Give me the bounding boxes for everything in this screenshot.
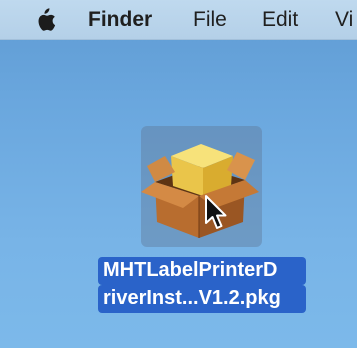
file-name-label-line-2[interactable]: riverInst...V1.2.pkg (98, 285, 306, 313)
menu-view[interactable]: Vi (335, 8, 353, 32)
menu-bar: Finder File Edit Vi (0, 0, 357, 40)
menu-file[interactable]: File (193, 8, 227, 32)
file-name-label-line-1[interactable]: MHTLabelPrinterD (98, 257, 306, 285)
package-box-icon[interactable] (141, 126, 262, 247)
menu-edit[interactable]: Edit (262, 8, 298, 32)
apple-menu-icon[interactable] (34, 7, 56, 33)
menu-finder[interactable]: Finder (88, 8, 152, 32)
mouse-pointer-icon (205, 195, 227, 229)
